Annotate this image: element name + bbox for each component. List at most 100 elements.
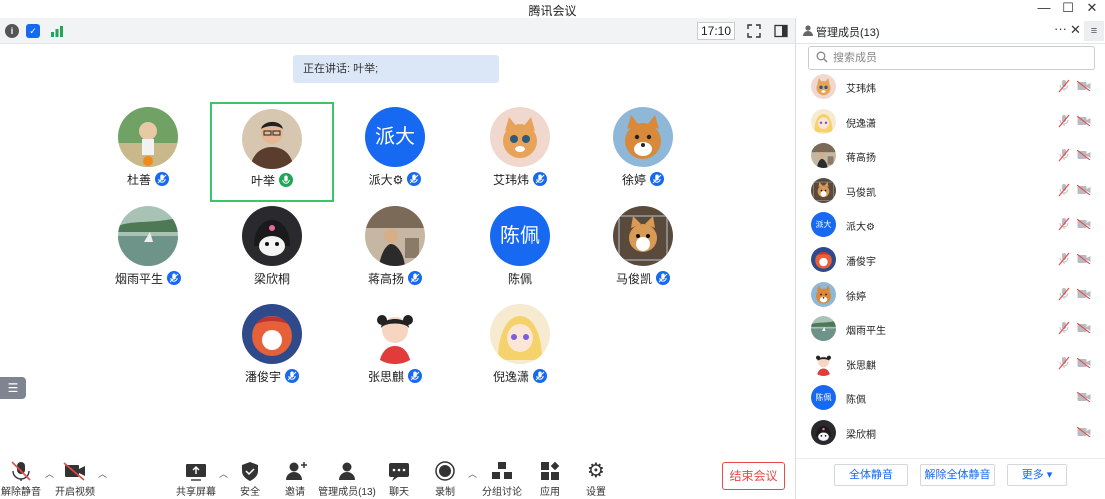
- mic-muted-icon[interactable]: [1058, 183, 1070, 197]
- mic-muted-icon[interactable]: [1058, 114, 1070, 128]
- mic-muted-icon: [408, 369, 422, 383]
- camera-off-icon[interactable]: [1077, 392, 1091, 403]
- camera-off-icon[interactable]: [1077, 219, 1091, 230]
- member-row[interactable]: 倪逸潇: [796, 105, 1105, 139]
- start-video-button[interactable]: 开启视频: [48, 460, 102, 498]
- participant-name: 徐婷: [593, 171, 693, 188]
- layout-icon[interactable]: [773, 23, 789, 39]
- manage-members-button[interactable]: 管理成员(13): [314, 460, 380, 498]
- fullscreen-icon[interactable]: [746, 23, 762, 39]
- member-name: 艾玮炜: [846, 84, 876, 95]
- unmute-button[interactable]: 解除静音: [0, 460, 48, 498]
- participant-name: 派大⚙: [345, 171, 445, 188]
- participant-tile[interactable]: 倪逸潇: [470, 304, 570, 386]
- breakout-icon: [475, 460, 529, 482]
- camera-off-icon[interactable]: [1077, 288, 1091, 299]
- mic-muted-icon: [407, 172, 422, 186]
- record-button[interactable]: 录制: [418, 460, 472, 498]
- mic-muted-icon[interactable]: [1058, 321, 1070, 335]
- member-row[interactable]: 梁欣桐: [796, 416, 1105, 450]
- user-icon: [802, 24, 814, 36]
- participant-tile[interactable]: 陈佩 陈佩: [470, 206, 570, 288]
- participant-name-text: 蒋高扬: [367, 272, 404, 286]
- member-row[interactable]: 马俊凯: [796, 174, 1105, 208]
- participant-tile[interactable]: 马俊凯: [593, 206, 693, 288]
- participant-name: 马俊凯: [593, 270, 693, 287]
- avatar: [811, 281, 836, 307]
- close-window-button[interactable]: ✕: [1080, 0, 1104, 18]
- participant-tile[interactable]: 烟雨平生: [98, 206, 198, 288]
- camera-off-icon[interactable]: [1077, 150, 1091, 161]
- participant-tile[interactable]: 叶举: [210, 102, 334, 202]
- member-row[interactable]: 徐婷: [796, 278, 1105, 312]
- share-screen-icon: [169, 460, 223, 482]
- maximize-button[interactable]: ☐: [1056, 0, 1080, 18]
- member-row[interactable]: 派大 派大⚙: [796, 208, 1105, 242]
- mic-muted-icon[interactable]: [1058, 356, 1070, 370]
- mic-muted-icon[interactable]: [1058, 79, 1070, 93]
- participant-name: 梁欣桐: [222, 270, 322, 287]
- member-name: 倪逸潇: [846, 118, 876, 130]
- participant-name: 叶举: [212, 172, 332, 189]
- video-options-chevron-icon[interactable]: ︿: [98, 467, 107, 480]
- members-panel-header: 管理成员(13) ··· ✕ ≡: [796, 18, 1105, 44]
- camera-off-icon[interactable]: [1077, 81, 1091, 91]
- member-row[interactable]: 烟雨平生: [796, 312, 1105, 346]
- camera-off-icon[interactable]: [1077, 323, 1091, 334]
- participant-tile[interactable]: 艾玮炜: [470, 107, 570, 189]
- minimize-button[interactable]: —: [1032, 0, 1056, 18]
- avatar: [365, 206, 425, 266]
- unmute-all-button[interactable]: 解除全体静音: [920, 464, 995, 486]
- search-input[interactable]: [833, 50, 1083, 66]
- info-icon[interactable]: i: [5, 24, 19, 38]
- participant-tile[interactable]: 梁欣桐: [222, 206, 322, 288]
- camera-off-icon[interactable]: [1077, 254, 1091, 264]
- more-options-icon[interactable]: ···: [1054, 21, 1067, 36]
- participant-tile[interactable]: 潘俊宇: [222, 304, 322, 386]
- camera-off-icon[interactable]: [1077, 115, 1091, 126]
- member-search[interactable]: [808, 46, 1095, 70]
- member-row[interactable]: 潘俊宇: [796, 243, 1105, 277]
- member-row[interactable]: 陈佩 陈佩: [796, 381, 1105, 415]
- mic-muted-icon[interactable]: [1058, 217, 1070, 231]
- participant-tile[interactable]: 蒋高扬: [345, 206, 445, 288]
- avatar: [811, 143, 836, 169]
- camera-off-icon[interactable]: [1077, 357, 1091, 368]
- participant-name-text: 倪逸潇: [492, 370, 529, 384]
- mic-speaking-icon: [279, 173, 293, 187]
- participant-tile[interactable]: 张思麒: [345, 304, 445, 386]
- participant-name-text: 马俊凯: [615, 272, 652, 286]
- member-row[interactable]: 艾玮炜: [796, 74, 1105, 104]
- avatar: [365, 304, 425, 364]
- list-toggle-icon[interactable]: ☰: [0, 377, 26, 399]
- participant-tile[interactable]: 杜善: [98, 107, 198, 189]
- camera-off-icon[interactable]: [1077, 184, 1091, 195]
- member-list: 艾玮炜倪逸潇蒋高扬 马俊凯 派大 派大⚙ 潘俊宇徐婷烟雨平生 张思麒 陈佩 陈佩 梁欣桐: [796, 74, 1105, 458]
- close-panel-button[interactable]: ✕: [1070, 22, 1081, 38]
- member-row[interactable]: 张思麒: [796, 347, 1105, 381]
- member-name: 派大⚙: [846, 222, 875, 234]
- signal-icon[interactable]: [50, 24, 64, 38]
- mic-muted-icon: [533, 172, 547, 186]
- breakout-rooms-button[interactable]: 分组讨论: [475, 460, 529, 498]
- participant-tile[interactable]: 派大 派大⚙: [345, 107, 445, 189]
- mic-muted-icon[interactable]: [1058, 148, 1070, 162]
- mic-muted-icon[interactable]: [1058, 252, 1070, 266]
- mic-muted-icon[interactable]: [1058, 287, 1070, 301]
- more-button[interactable]: 更多 ▾: [1007, 464, 1067, 486]
- share-screen-button[interactable]: 共享屏幕: [169, 460, 223, 498]
- participant-name: 陈佩: [470, 270, 570, 287]
- camera-off-icon: [48, 460, 102, 482]
- member-name: 徐婷: [846, 291, 866, 303]
- avatar: 陈佩: [811, 385, 836, 411]
- mute-all-button[interactable]: 全体静音: [834, 464, 908, 486]
- camera-off-icon[interactable]: [1077, 427, 1091, 437]
- shield-icon[interactable]: ✓: [26, 24, 40, 38]
- participant-tile[interactable]: 徐婷: [593, 107, 693, 189]
- end-meeting-button[interactable]: 结束会议: [722, 462, 785, 490]
- member-row[interactable]: 蒋高扬: [796, 139, 1105, 173]
- settings-button[interactable]: ⚙ 设置: [569, 460, 623, 498]
- panel-menu-icon[interactable]: ≡: [1084, 21, 1104, 41]
- members-panel-footer: 全体静音 解除全体静音 更多 ▾: [796, 458, 1105, 499]
- avatar: [811, 74, 836, 99]
